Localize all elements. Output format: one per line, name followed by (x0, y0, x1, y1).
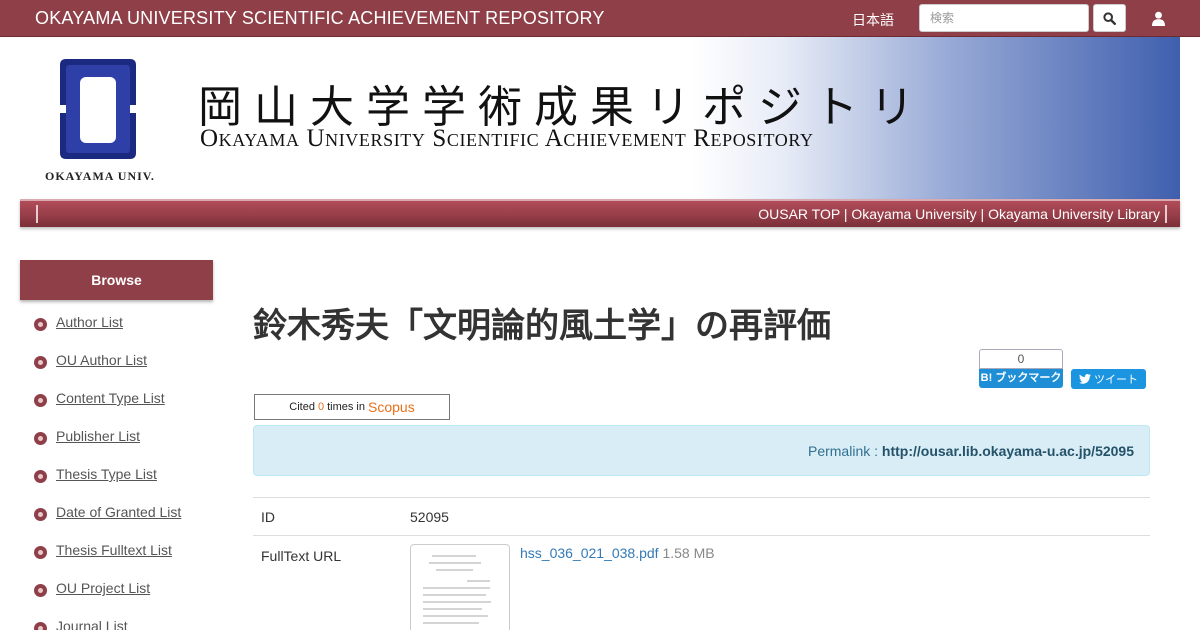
browse-item: Author List (34, 314, 181, 352)
banner-title-english: Okayama University Scientific Achievemen… (200, 125, 814, 152)
fulltext-pdf-link[interactable]: hss_036_021_038.pdf (520, 545, 659, 561)
hatena-bookmark-count: 0 (979, 349, 1063, 369)
bullet-icon (34, 356, 47, 369)
bullet-icon (34, 394, 47, 407)
search-input[interactable] (919, 4, 1089, 32)
browse-link-author-list[interactable]: Author List (56, 314, 123, 330)
browse-link-journal-list[interactable]: Journal List (56, 618, 128, 630)
user-icon (1151, 11, 1165, 26)
fulltext-cell: hss_036_021_038.pdf 1.58 MB (410, 536, 715, 630)
hatena-bookmark-button[interactable]: B! ブックマーク (979, 369, 1063, 388)
bullet-icon (34, 546, 47, 559)
fulltext-file-size: 1.58 MB (662, 545, 715, 561)
sub-navbar: OUSAR TOP | Okayama University | Okayama… (20, 199, 1180, 227)
bullet-icon (34, 470, 47, 483)
browse-item: Thesis Fulltext List (34, 542, 181, 580)
browse-link-thesis-type-list[interactable]: Thesis Type List (56, 466, 157, 482)
okayama-university-logo (60, 59, 136, 159)
metadata-table: ID 52095 FullText URL hss_036_021_038.pd… (253, 497, 1150, 630)
table-row: ID 52095 (253, 498, 1150, 536)
browse-item: Journal List (34, 618, 181, 630)
subnav-separator: | (976, 206, 989, 222)
browse-item: OU Project List (34, 580, 181, 618)
subnav-link-okayama-university[interactable]: Okayama University (851, 206, 976, 222)
language-switch-link[interactable]: 日本語 (852, 10, 894, 30)
subnav-separator: | (839, 206, 852, 222)
scopus-citation-badge[interactable]: Cited 0 times in Scopus (254, 394, 450, 420)
browse-list: Author List OU Author List Content Type … (34, 314, 181, 630)
search-icon (1103, 11, 1116, 25)
subnav-link-university-library[interactable]: Okayama University Library (988, 206, 1160, 222)
table-row: FullText URL hss_036_021_038.pdf 1.58 MB (253, 536, 1150, 630)
browse-heading: Browse (20, 260, 213, 300)
permalink-box: Permalink : http://ousar.lib.okayama-u.a… (253, 425, 1150, 476)
metadata-value-id: 52095 (410, 508, 449, 525)
search-button[interactable] (1093, 4, 1126, 32)
bullet-icon (34, 432, 47, 445)
browse-item: Thesis Type List (34, 466, 181, 504)
fulltext-link-group: hss_036_021_038.pdf 1.58 MB (520, 544, 715, 630)
divider (1165, 205, 1167, 223)
scopus-prefix: Cited (289, 401, 315, 413)
top-navbar: OKAYAMA UNIVERSITY SCIENTIFIC ACHIEVEMEN… (0, 0, 1200, 37)
scopus-middle: times in (327, 401, 365, 413)
logo-caption: OKAYAMA UNIV. (45, 169, 155, 183)
item-title: 鈴木秀夫「文明論的風土学」の再評価 (253, 306, 831, 346)
site-title[interactable]: OKAYAMA UNIVERSITY SCIENTIFIC ACHIEVEMEN… (35, 8, 605, 29)
metadata-label-fulltext-url: FullText URL (261, 548, 342, 564)
browse-link-thesis-fulltext-list[interactable]: Thesis Fulltext List (56, 542, 172, 558)
browse-link-publisher-list[interactable]: Publisher List (56, 428, 140, 444)
permalink-url[interactable]: http://ousar.lib.okayama-u.ac.jp/52095 (882, 443, 1134, 459)
permalink-label: Permalink : (807, 443, 882, 459)
subnav-links: OUSAR TOP | Okayama University | Okayama… (758, 206, 1160, 222)
browse-item: Publisher List (34, 428, 181, 466)
tweet-button[interactable]: ツイート (1071, 369, 1146, 389)
bullet-icon (34, 584, 47, 597)
browse-item: Date of Granted List (34, 504, 181, 542)
scopus-logo: Scopus (368, 399, 415, 415)
permalink: Permalink : http://ousar.lib.okayama-u.a… (808, 443, 1134, 459)
browse-link-ou-author-list[interactable]: OU Author List (56, 352, 147, 368)
metadata-label-id: ID (261, 508, 275, 525)
bullet-icon (34, 508, 47, 521)
bullet-icon (34, 622, 47, 630)
divider (36, 205, 38, 223)
pdf-thumbnail[interactable] (410, 544, 510, 630)
subnav-link-ousar-top[interactable]: OUSAR TOP (758, 206, 840, 222)
browse-link-date-of-granted-list[interactable]: Date of Granted List (56, 504, 181, 520)
scopus-citation-count: 0 (317, 401, 325, 413)
browse-item: OU Author List (34, 352, 181, 390)
repository-banner: OKAYAMA UNIV. 岡山大学学術成果リポジトリ Okayama Univ… (20, 37, 1180, 199)
user-menu-button[interactable] (1148, 8, 1168, 28)
bullet-icon (34, 318, 47, 331)
twitter-bird-icon (1079, 374, 1091, 384)
browse-link-ou-project-list[interactable]: OU Project List (56, 580, 150, 596)
browse-item: Content Type List (34, 390, 181, 428)
tweet-label: ツイート (1094, 374, 1138, 386)
hatena-bookmark-widget[interactable]: 0 B! ブックマーク (979, 349, 1063, 388)
browse-link-content-type-list[interactable]: Content Type List (56, 390, 165, 406)
